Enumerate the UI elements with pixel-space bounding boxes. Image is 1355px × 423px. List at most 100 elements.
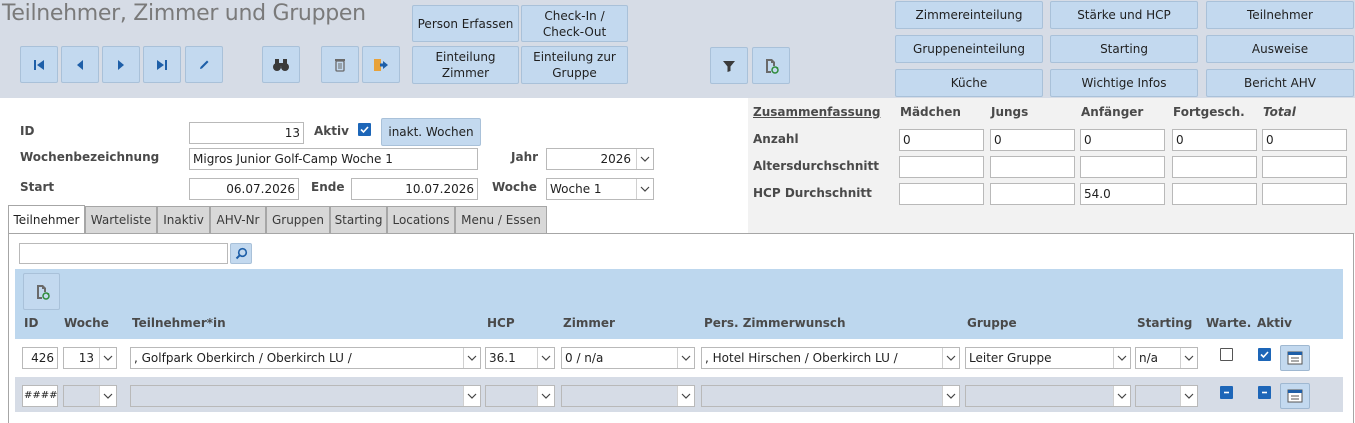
row-zimmer-value: 0 / n/a <box>565 351 604 365</box>
indeterminate-icon <box>1262 391 1267 394</box>
row-zimmer-select[interactable]: 0 / n/a <box>561 347 695 369</box>
tab-teilnehmer[interactable]: Teilnehmer <box>8 205 85 234</box>
form-header: Teilnehmer, Zimmer und Gruppen Person Er… <box>0 0 1355 98</box>
aktiv-checkbox[interactable] <box>358 123 371 136</box>
chevron-down-icon[interactable] <box>537 386 554 406</box>
chevron-down-icon[interactable] <box>1180 348 1197 368</box>
find-button[interactable] <box>262 46 300 83</box>
woche-select[interactable]: Woche 1 <box>546 178 654 200</box>
chevron-down-icon[interactable] <box>677 348 694 368</box>
start-date-field[interactable]: 06.07.2026 <box>189 178 299 200</box>
col-maedchen: Mädchen <box>900 105 961 119</box>
tab-gruppen[interactable]: Gruppen <box>266 206 330 233</box>
chevron-down-icon[interactable] <box>942 386 959 406</box>
grid-col-aktiv: Aktiv <box>1257 316 1292 330</box>
last-record-button[interactable] <box>143 46 181 83</box>
alter-fortgeschritten <box>1172 156 1257 178</box>
row-aktiv-checkbox[interactable] <box>1258 348 1271 361</box>
new-row-starting-select[interactable] <box>1135 385 1198 407</box>
summary-title: Zusammenfassung <box>753 105 881 119</box>
row-teilnehmer-select[interactable]: , Golfpark Oberkirch / Oberkirch LU / <box>130 347 481 369</box>
jahr-select[interactable]: 2026 <box>546 148 654 170</box>
row-open-form-button[interactable] <box>1280 345 1310 371</box>
tab-ahv-nr[interactable]: AHV-Nr <box>210 206 266 233</box>
new-row-aktiv-checkbox[interactable] <box>1258 386 1271 399</box>
summary-panel: Zusammenfassung Mädchen Jungs Anfänger F… <box>748 98 1355 234</box>
chevron-down-icon[interactable] <box>1113 348 1130 368</box>
trash-icon <box>335 58 345 72</box>
chevron-down-icon[interactable] <box>1113 386 1130 406</box>
tab-menu-essen[interactable]: Menu / Essen <box>455 206 547 233</box>
chevron-down-icon[interactable] <box>537 348 554 368</box>
starting-report-button[interactable]: Starting <box>1050 35 1198 63</box>
checkmark-icon <box>360 126 369 134</box>
grid-col-woche: Woche <box>64 316 109 330</box>
new-row-teilnehmer-select[interactable] <box>130 385 481 407</box>
last-record-icon <box>157 59 167 70</box>
next-record-button[interactable] <box>102 46 140 83</box>
person-erfassen-button[interactable]: Person Erfassen <box>412 5 519 42</box>
ausweise-button[interactable]: Ausweise <box>1206 35 1354 63</box>
chevron-down-icon[interactable] <box>99 348 116 368</box>
ende-date-field[interactable]: 10.07.2026 <box>351 178 478 200</box>
new-row-gruppe-select[interactable] <box>965 385 1131 407</box>
tab-locations[interactable]: Locations <box>387 206 455 233</box>
wochenbezeichnung-field[interactable]: Migros Junior Golf-Camp Woche 1 <box>189 148 478 170</box>
row-zimmerwunsch-select[interactable]: , Hotel Hirschen / Oberkirch LU / <box>701 347 960 369</box>
gruppeneinteilung-button[interactable]: Gruppeneinteilung <box>895 35 1043 63</box>
row-gruppe-select[interactable]: Leiter Gruppe <box>965 347 1131 369</box>
wichtige-infos-button[interactable]: Wichtige Infos <box>1050 69 1198 97</box>
teilnehmer-report-button[interactable]: Teilnehmer <box>1206 1 1354 29</box>
alter-total <box>1262 156 1347 178</box>
tab-inaktiv[interactable]: Inaktiv <box>157 206 210 233</box>
kueche-button[interactable]: Küche <box>895 69 1043 97</box>
inaktive-wochen-button[interactable]: inakt. Wochen <box>381 118 481 146</box>
delete-record-button[interactable] <box>321 46 359 83</box>
row-hcp-select[interactable]: 36.1 <box>485 347 555 369</box>
tab-starting[interactable]: Starting <box>330 206 387 233</box>
row-zimmerwunsch-value: , Hotel Hirschen / Oberkirch LU / <box>705 351 898 365</box>
zimmereinteilung-button[interactable]: Zimmereinteilung <box>895 1 1043 29</box>
hcp-fortgeschritten <box>1172 183 1257 205</box>
refresh-button[interactable] <box>752 47 790 84</box>
row-id-field[interactable]: 426 <box>22 347 58 369</box>
new-row-zimmer-select[interactable] <box>561 385 695 407</box>
tab-warteliste[interactable]: Warteliste <box>85 206 157 233</box>
alter-jungs <box>990 156 1075 178</box>
new-row-hcp-select[interactable] <box>485 385 555 407</box>
chevron-down-icon[interactable] <box>463 348 480 368</box>
first-record-button[interactable] <box>20 46 58 83</box>
search-input[interactable] <box>19 243 228 264</box>
chevron-down-icon[interactable] <box>942 348 959 368</box>
filter-icon <box>723 60 735 72</box>
einteilung-gruppe-button[interactable]: Einteilung zur Gruppe <box>521 46 628 84</box>
row-starting-select[interactable]: n/a <box>1135 347 1198 369</box>
new-row-warte-checkbox[interactable] <box>1220 386 1233 399</box>
new-row-open-form-button[interactable] <box>1280 383 1310 409</box>
chevron-down-icon[interactable] <box>463 386 480 406</box>
filter-button[interactable] <box>710 47 748 84</box>
new-row-id-field[interactable]: ##### <box>22 385 58 407</box>
previous-record-button[interactable] <box>61 46 99 83</box>
chevron-down-icon[interactable] <box>636 179 653 199</box>
check-in-out-button[interactable]: Check-In / Check-Out <box>521 5 628 42</box>
edit-record-button[interactable] <box>185 46 223 83</box>
new-row-woche-select[interactable] <box>63 385 117 407</box>
einteilung-zimmer-button[interactable]: Einteilung Zimmer <box>412 46 519 84</box>
search-button[interactable] <box>230 243 252 264</box>
chevron-down-icon[interactable] <box>1180 386 1197 406</box>
bericht-ahv-button[interactable]: Bericht AHV <box>1206 69 1354 97</box>
new-row-zimmerwunsch-select[interactable] <box>701 385 960 407</box>
id-field[interactable]: 13 <box>189 122 304 144</box>
row-warte-checkbox[interactable] <box>1220 348 1233 361</box>
close-form-button[interactable] <box>362 46 400 83</box>
chevron-down-icon[interactable] <box>636 149 653 169</box>
start-label: Start <box>20 180 55 194</box>
chevron-down-icon[interactable] <box>677 386 694 406</box>
grid-refresh-button[interactable] <box>23 273 60 310</box>
col-anfaenger: Anfänger <box>1081 105 1144 119</box>
next-record-icon <box>118 59 124 70</box>
chevron-down-icon[interactable] <box>99 386 116 406</box>
staerke-hcp-button[interactable]: Stärke und HCP <box>1050 1 1198 29</box>
row-woche-select[interactable]: 13 <box>63 347 117 369</box>
